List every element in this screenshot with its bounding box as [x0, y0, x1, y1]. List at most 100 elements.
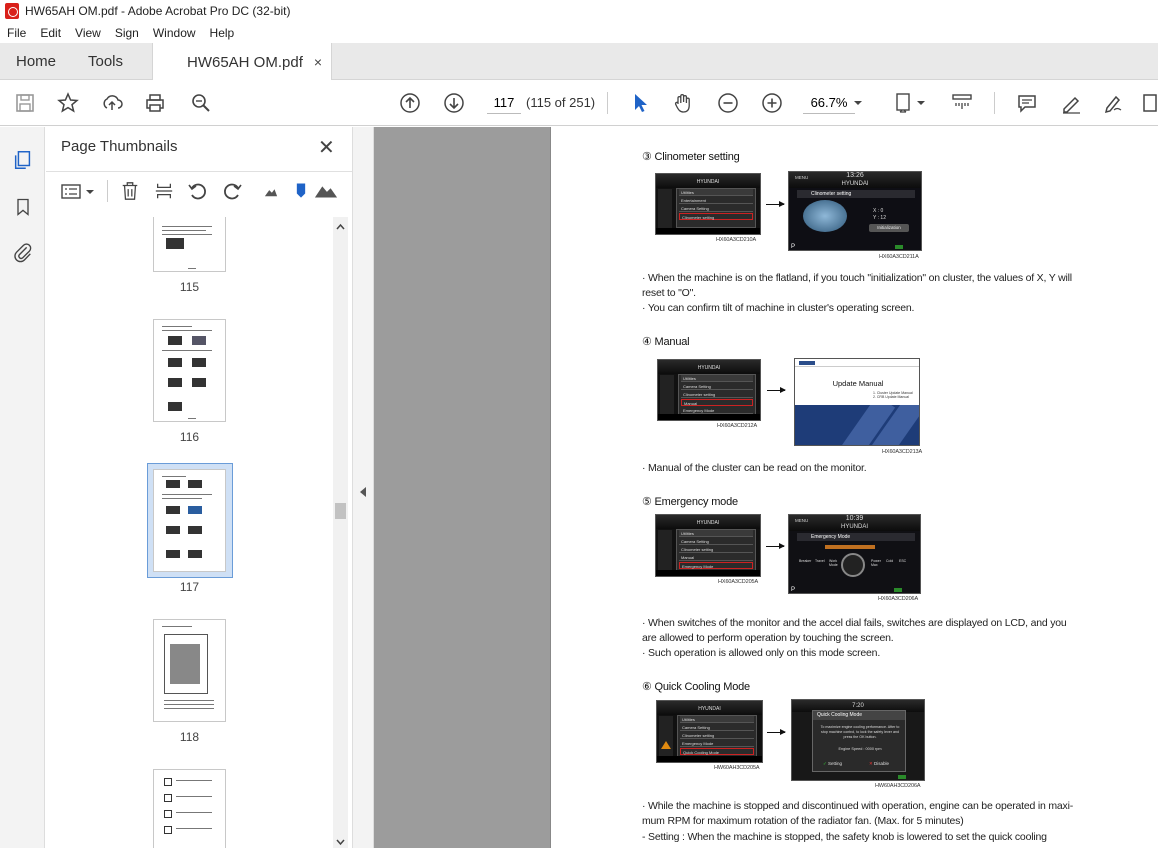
image-caption: HX60A3CD210A	[716, 237, 757, 243]
thumbnail-small-icon[interactable]	[263, 180, 279, 202]
zoom-search-icon[interactable]	[188, 91, 214, 115]
star-icon[interactable]	[55, 91, 81, 115]
rotate-left-icon[interactable]	[187, 180, 209, 202]
section-heading: ③ Clinometer setting	[642, 151, 740, 163]
image-caption: HW60AH3CD205A	[714, 765, 760, 771]
arrow-icon	[766, 543, 785, 549]
extract-page-icon[interactable]	[153, 180, 175, 202]
scroll-up-icon[interactable]	[333, 221, 348, 233]
arrow-down-circle-icon[interactable]	[441, 91, 467, 115]
hand-icon[interactable]	[670, 91, 696, 115]
save-icon[interactable]	[12, 91, 38, 115]
section-heading: ④ Manual	[642, 336, 690, 348]
manual-screen-image: Update Manual 1. Cluster Update Manual 2…	[794, 358, 920, 446]
image-caption: HX60A3CD205A	[718, 579, 759, 585]
thumbnail-page-selected[interactable]	[153, 469, 226, 572]
image-caption: HX60A3CD211A	[879, 254, 919, 260]
more-tools-icon[interactable]	[1140, 91, 1158, 115]
screen-image: HYUNDAI Utilities Camera Setting Clinome…	[657, 359, 761, 421]
page-thumbnails-icon[interactable]	[10, 147, 36, 173]
paragraph: - Setting : When the machine is stopped,…	[642, 831, 1047, 843]
menu-sign[interactable]: Sign	[108, 26, 146, 40]
zoom-dropdown-icon[interactable]	[851, 91, 865, 115]
thumbnail-toolbar	[46, 171, 352, 207]
thumbnail-label: 116	[179, 430, 200, 444]
tab-bar: Home Tools HW65AH OM.pdf ×	[0, 43, 1158, 81]
thumbnail-size-slider[interactable]	[295, 180, 307, 202]
pdf-page: ③ Clinometer setting HYUNDAI Utilities E…	[550, 127, 1158, 848]
toolbar-divider	[107, 180, 108, 202]
screen-brand: HYUNDAI	[656, 174, 760, 188]
print-icon[interactable]	[142, 91, 168, 115]
menu-window[interactable]: Window	[146, 26, 203, 40]
arrow-icon	[766, 201, 785, 207]
thumbnail-page[interactable]	[153, 619, 226, 722]
paragraph: · While the machine is stopped and disco…	[642, 800, 1074, 812]
sign-pen-icon[interactable]	[1100, 91, 1126, 115]
delete-page-icon[interactable]	[119, 180, 141, 202]
panel-title: Page Thumbnails	[61, 138, 178, 155]
document-canvas: ③ Clinometer setting HYUNDAI Utilities E…	[374, 127, 1158, 848]
paragraph: · You can confirm tilt of machine in clu…	[642, 302, 915, 314]
page-number-input[interactable]	[487, 92, 521, 114]
thumbnail-label: 118	[179, 730, 200, 744]
thumbnail-page[interactable]	[153, 217, 226, 272]
thumbnail-large-icon[interactable]	[313, 180, 339, 202]
thumbnail-scrollbar[interactable]	[333, 217, 348, 848]
image-caption: HX60A3CD212A	[717, 423, 758, 429]
screen-image: 10:39 HYUNDAI MENU Emergency Mode Breake…	[788, 514, 921, 594]
screen-image: 7:20 Quick Cooling Mode To maximize engi…	[791, 699, 925, 781]
screen-image: HYUNDAI Utilities Camera Setting Clinome…	[655, 514, 761, 577]
acrobat-logo-icon	[5, 3, 19, 19]
tab-tools[interactable]: Tools	[88, 43, 123, 80]
image-caption: HX60A3CD206A	[878, 596, 919, 602]
menu-bar: File Edit View Sign Window Help	[0, 22, 1158, 43]
page-fit-icon[interactable]	[894, 91, 928, 115]
thumbnail-list: 115 116 117 118	[46, 217, 336, 848]
collapse-panel-icon[interactable]	[360, 487, 366, 497]
paragraph: mum RPM for maximum rotation of the radi…	[642, 815, 964, 827]
scroll-mode-icon[interactable]	[949, 91, 975, 115]
highlight-pen-icon[interactable]	[1058, 91, 1084, 115]
paragraph: reset to "O".	[642, 287, 696, 299]
menu-edit[interactable]: Edit	[33, 26, 68, 40]
cursor-icon[interactable]	[627, 91, 653, 115]
tab-close-icon[interactable]: ×	[314, 54, 322, 70]
options-menu-icon[interactable]	[60, 180, 96, 202]
paragraph: are allowed to perform operation by touc…	[642, 632, 894, 644]
thumbnail-page[interactable]	[153, 319, 226, 422]
toolbar-divider	[994, 92, 995, 114]
title-bar: HW65AH OM.pdf - Adobe Acrobat Pro DC (32…	[0, 0, 1158, 22]
attachment-icon[interactable]	[10, 239, 36, 265]
tab-home[interactable]: Home	[16, 43, 56, 80]
scrollbar-thumb[interactable]	[335, 503, 346, 519]
thumbnail-page[interactable]	[153, 769, 226, 848]
menu-file[interactable]: File	[0, 26, 33, 40]
panel-close-icon[interactable]: ✕	[318, 135, 335, 160]
image-caption: HX60A3CD213A	[882, 449, 923, 455]
plus-circle-icon[interactable]	[759, 91, 785, 115]
menu-help[interactable]: Help	[203, 26, 242, 40]
section-heading: ⑥ Quick Cooling Mode	[642, 681, 750, 693]
comment-icon[interactable]	[1014, 91, 1040, 115]
bookmark-icon[interactable]	[10, 194, 36, 220]
scroll-down-icon[interactable]	[333, 836, 348, 848]
thumbnail-label: 115	[179, 280, 200, 294]
page-count: (115 of 251)	[526, 95, 596, 110]
panel-splitter[interactable]	[352, 127, 374, 848]
menu-view[interactable]: View	[68, 26, 108, 40]
minus-circle-icon[interactable]	[715, 91, 741, 115]
paragraph: · Manual of the cluster can be read on t…	[642, 462, 867, 474]
screen-image: HYUNDAI Utilities Camera Setting Clinome…	[656, 700, 763, 763]
tab-document[interactable]: HW65AH OM.pdf ×	[152, 43, 332, 81]
rotate-right-icon[interactable]	[221, 180, 243, 202]
screen-image: 13:26 HYUNDAI MENU Clinometer setting X …	[788, 171, 922, 251]
arrow-icon	[767, 387, 786, 393]
tab-document-label: HW65AH OM.pdf	[187, 53, 303, 71]
page-thumbnails-panel: Page Thumbnails ✕ 115 116 117 118	[46, 127, 352, 848]
upload-icon[interactable]	[99, 91, 125, 115]
zoom-level-input[interactable]	[803, 92, 855, 114]
section-heading: ⑤ Emergency mode	[642, 496, 738, 508]
arrow-icon	[767, 729, 786, 735]
arrow-up-circle-icon[interactable]	[397, 91, 423, 115]
